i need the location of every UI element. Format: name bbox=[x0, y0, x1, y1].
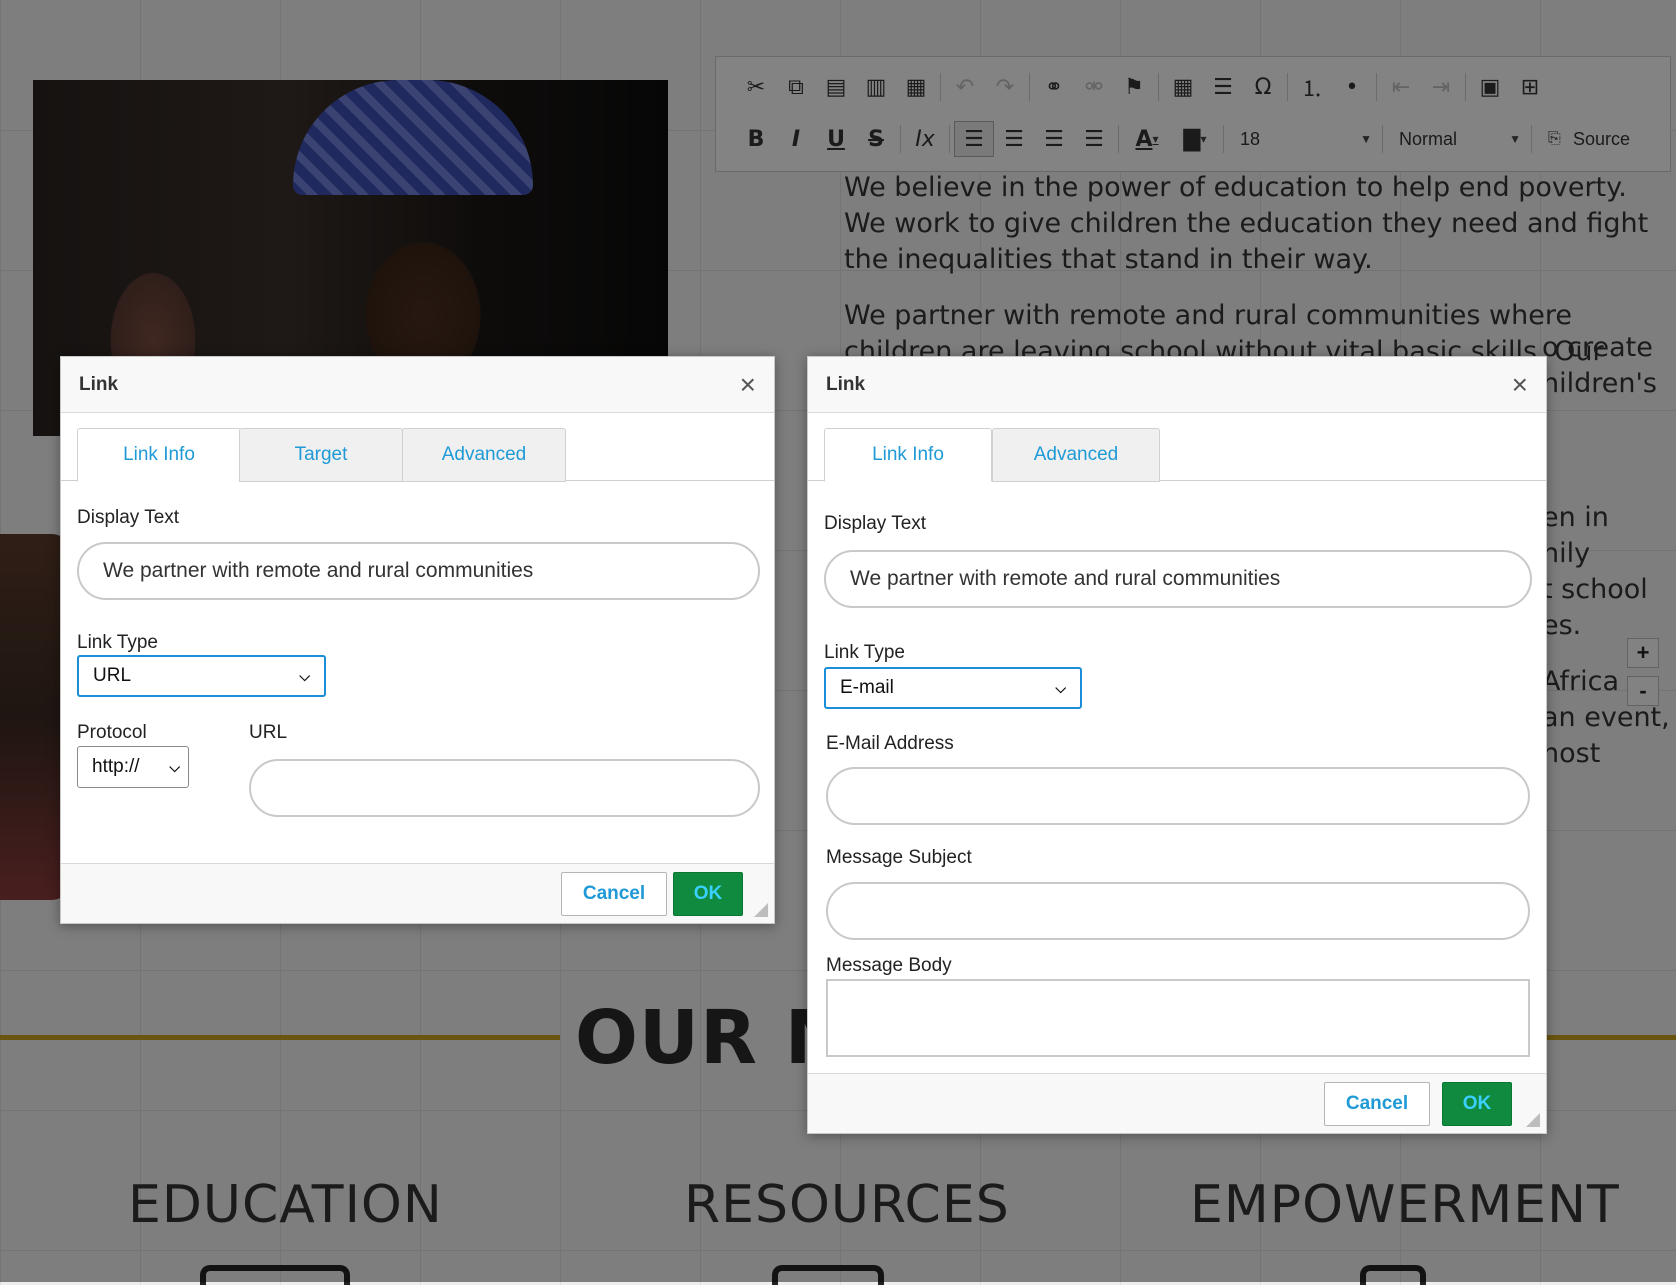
link-type-select[interactable]: E-mail ⌵ bbox=[824, 667, 1082, 709]
ok-button[interactable]: OK bbox=[673, 872, 743, 916]
link-type-label: Link Type bbox=[77, 632, 158, 653]
display-text-label: Display Text bbox=[77, 507, 180, 528]
chevron-down-icon: ⌵ bbox=[1055, 679, 1066, 696]
dialog-tabs: Link Info Advanced bbox=[808, 413, 1546, 482]
body-textarea[interactable] bbox=[826, 979, 1530, 1057]
close-icon[interactable]: × bbox=[740, 370, 756, 399]
dialog-titlebar: Link × bbox=[61, 357, 774, 413]
resize-handle[interactable] bbox=[754, 903, 768, 917]
dialog-title: Link bbox=[826, 373, 866, 395]
tab-advanced[interactable]: Advanced bbox=[402, 428, 566, 482]
close-icon[interactable]: × bbox=[1512, 370, 1528, 399]
display-text-input[interactable]: We partner with remote and rural communi… bbox=[77, 542, 760, 600]
tab-advanced[interactable]: Advanced bbox=[992, 428, 1160, 482]
dialog-footer: Cancel OK bbox=[808, 1073, 1546, 1133]
link-type-select[interactable]: URL ⌵ bbox=[77, 655, 326, 697]
protocol-value: http:// bbox=[92, 756, 140, 777]
body-label: Message Body bbox=[826, 955, 952, 976]
dialog-titlebar: Link × bbox=[808, 357, 1546, 413]
subject-label: Message Subject bbox=[826, 847, 972, 868]
display-text-input[interactable]: We partner with remote and rural communi… bbox=[824, 550, 1532, 608]
tab-link-info[interactable]: Link Info bbox=[77, 428, 241, 482]
ok-button[interactable]: OK bbox=[1442, 1082, 1512, 1126]
link-dialog-email: Link × Link Info Advanced Display Text W… bbox=[807, 356, 1547, 1134]
dialog-title: Link bbox=[79, 373, 119, 395]
cancel-button[interactable]: Cancel bbox=[1324, 1082, 1430, 1126]
resize-handle[interactable] bbox=[1526, 1113, 1540, 1127]
link-dialog-url: Link × Link Info Target Advanced Display… bbox=[60, 356, 775, 924]
protocol-select[interactable]: http:// ⌵ bbox=[77, 746, 189, 788]
tab-target[interactable]: Target bbox=[239, 428, 403, 482]
tab-link-info[interactable]: Link Info bbox=[824, 428, 992, 482]
url-label: URL bbox=[249, 722, 288, 743]
link-type-value: E-mail bbox=[840, 677, 894, 698]
email-label: E-Mail Address bbox=[826, 733, 954, 754]
link-type-value: URL bbox=[93, 665, 132, 686]
link-type-label: Link Type bbox=[824, 642, 905, 663]
dialog-tabs: Link Info Target Advanced bbox=[61, 413, 774, 482]
subject-input[interactable] bbox=[826, 882, 1530, 940]
dialog-footer: Cancel OK bbox=[61, 863, 774, 923]
protocol-label: Protocol bbox=[77, 722, 147, 743]
url-input[interactable] bbox=[249, 759, 760, 817]
chevron-down-icon: ⌵ bbox=[299, 667, 310, 684]
email-input[interactable] bbox=[826, 767, 1530, 825]
display-text-label: Display Text bbox=[824, 513, 927, 534]
chevron-down-icon: ⌵ bbox=[169, 758, 180, 775]
cancel-button[interactable]: Cancel bbox=[561, 872, 667, 916]
